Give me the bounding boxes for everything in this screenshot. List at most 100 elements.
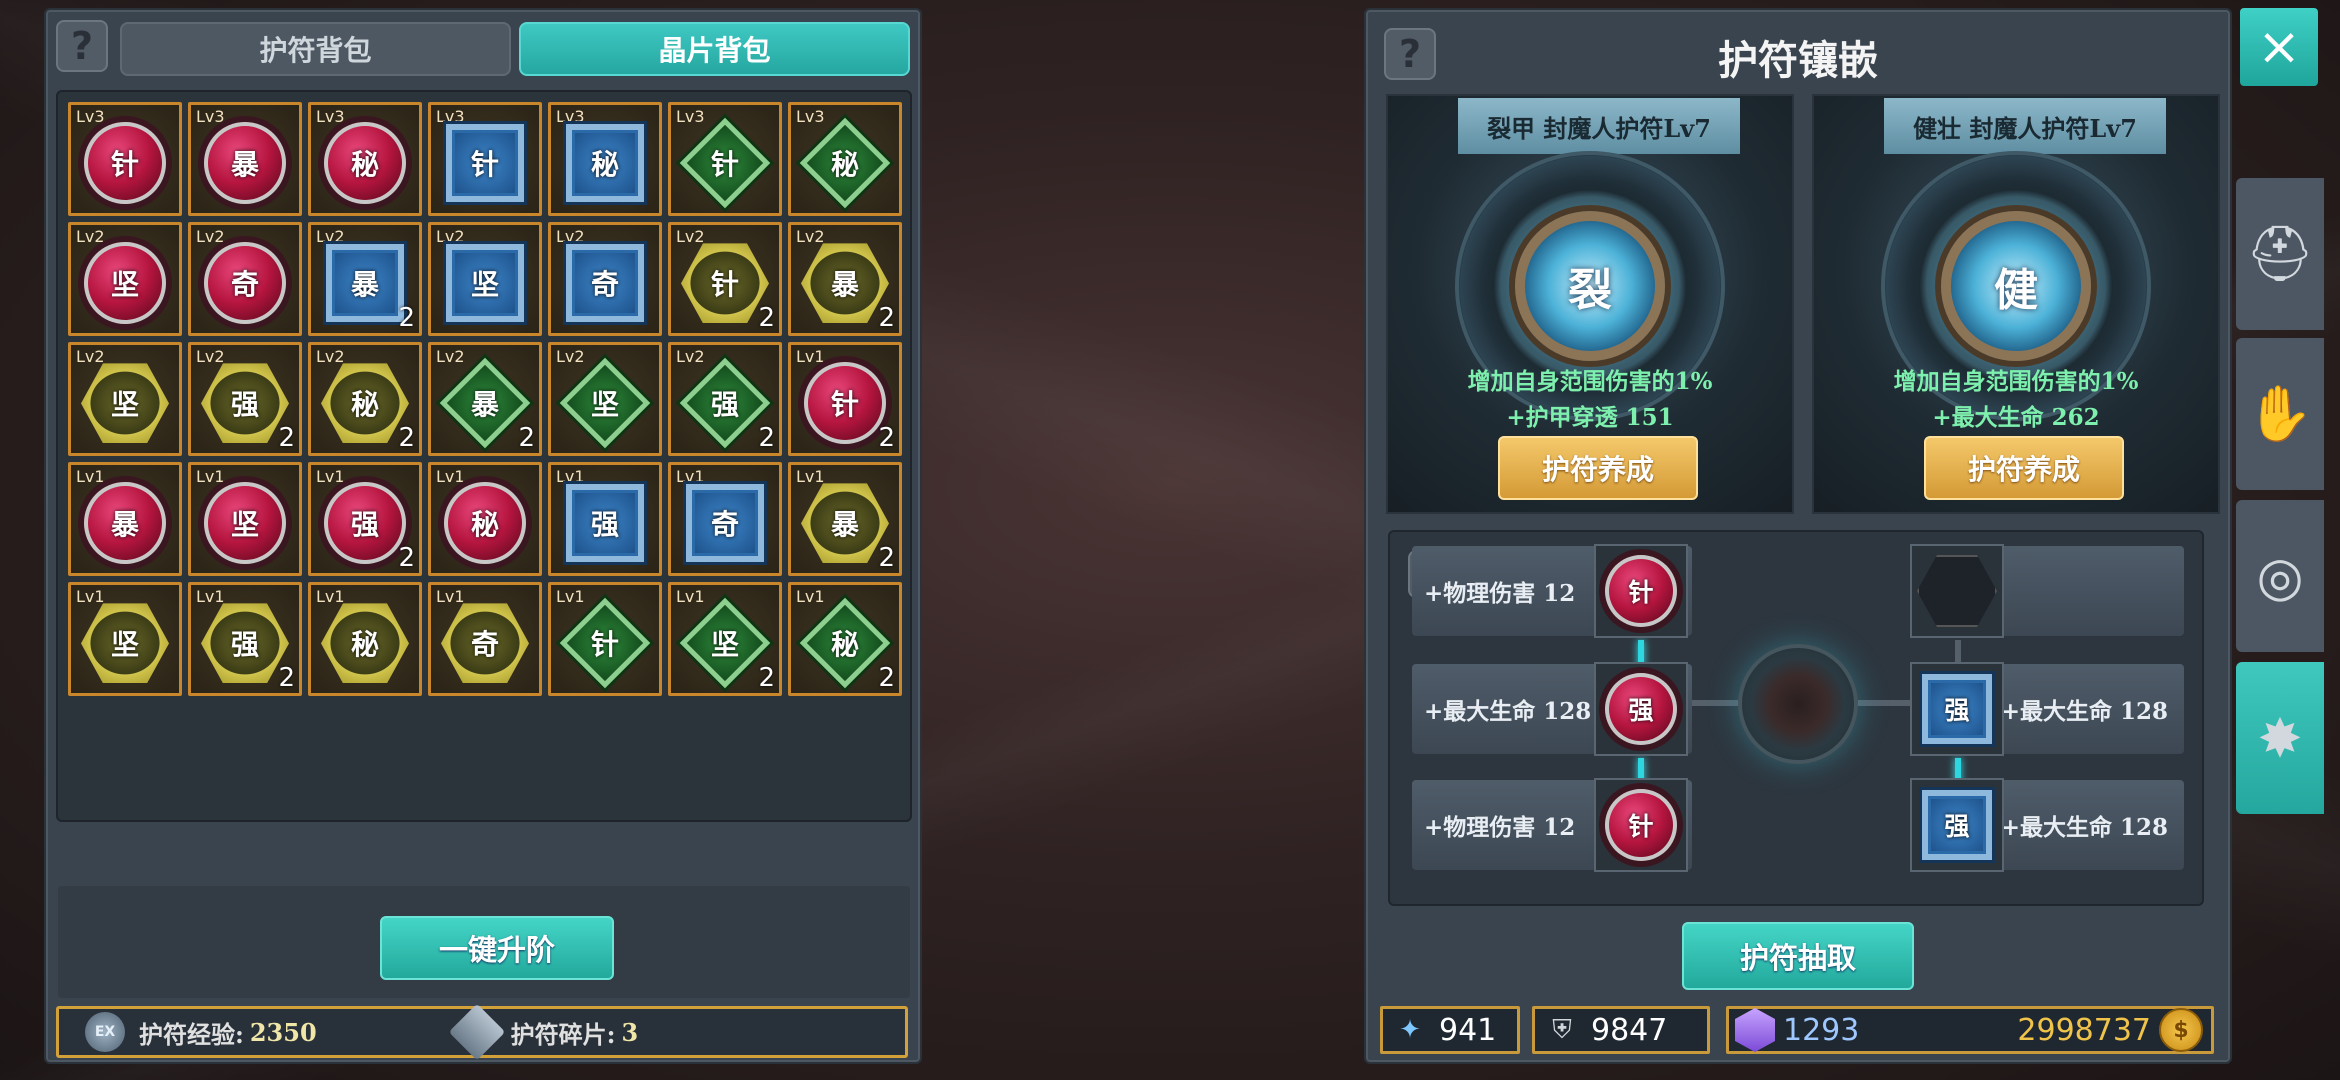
side-tab-gloves[interactable]: ✋ (2236, 338, 2324, 490)
chip-slot[interactable]: Lv3 针 (668, 102, 782, 216)
amulet-icon: ✸ (2257, 706, 2303, 770)
side-tab-target[interactable]: ◎ (2236, 500, 2324, 652)
chip-slot[interactable]: Lv3 秘 (788, 102, 902, 216)
resource-bar: 1293 2998737 $ (1726, 1006, 2214, 1054)
chip-char: 坚 (230, 508, 259, 542)
chip-slot[interactable]: Lv3 秘 (308, 102, 422, 216)
chip-level: Lv1 (796, 467, 825, 486)
amulet-extract-button[interactable]: 护符抽取 (1682, 922, 1914, 990)
chip-slot[interactable]: Lv1 暴 (68, 462, 182, 576)
amulet-effect-text: 增加自身范围伤害的1% (1467, 368, 1713, 395)
chip-char: 奇 (710, 508, 739, 542)
chip-slot[interactable]: Lv2 针 2 (668, 222, 782, 336)
chip-gem-blue: 坚 (446, 244, 524, 323)
chip-socket[interactable]: 针 (1594, 544, 1688, 638)
exp-label: 护符经验: (139, 1019, 244, 1049)
chip-gem: 针 (1605, 789, 1677, 861)
chip-char: 针 (590, 628, 620, 662)
chip-char: 针 (470, 148, 499, 182)
chip-level: Lv1 (316, 587, 345, 606)
chip-slot[interactable]: Lv3 暴 (188, 102, 302, 216)
chip-slot[interactable]: Lv2 暴 2 (428, 342, 542, 456)
chip-slot[interactable]: Lv1 强 (548, 462, 662, 576)
chip-slot[interactable]: Lv2 坚 (428, 222, 542, 336)
chip-slot[interactable]: Lv2 暴 2 (788, 222, 902, 336)
socket-stat-label: +最大生命 128 (2000, 814, 2168, 841)
amulet-train-button[interactable]: 护符养成 (1924, 436, 2124, 500)
wand-count: 941 (1439, 1012, 1497, 1048)
one-key-upgrade-button[interactable]: 一键升阶 (380, 916, 614, 980)
chip-count: 2 (758, 303, 775, 333)
amulet-stat-text: +护甲穿透 151 (1506, 404, 1674, 431)
chip-slot[interactable]: Lv2 秘 2 (308, 342, 422, 456)
chip-char: 强 (230, 628, 259, 662)
chip-level: Lv1 (676, 587, 705, 606)
chip-socket-empty[interactable] (1910, 544, 2004, 638)
chip-slot[interactable]: Lv3 针 (428, 102, 542, 216)
chip-slot[interactable]: Lv1 奇 (668, 462, 782, 576)
chip-grid: Lv3 针 Lv3 暴 Lv3 秘 Lv3 针 Lv3 秘 Lv3 针 Lv3 秘 Lv2 坚 Lv2 奇 Lv2 暴… (68, 102, 902, 696)
chip-char: 秘 (350, 148, 379, 182)
chip-socket[interactable]: 强 (1594, 662, 1688, 756)
panel-title: 护符镶嵌 (1718, 37, 1878, 84)
socket-stat-label: +物理伤害 12 (1424, 580, 1576, 607)
chip-gem-gold: 强 (201, 603, 289, 684)
amulet-core-icon: 健 (1941, 211, 2091, 361)
chip-socket[interactable]: 针 (1594, 778, 1688, 872)
chip-slot[interactable]: Lv2 暴 2 (308, 222, 422, 336)
chip-gem-red: 暴 (204, 122, 286, 205)
chip-slot[interactable]: Lv2 坚 (68, 342, 182, 456)
amulet-train-button[interactable]: 护符养成 (1498, 436, 1698, 500)
chip-level: Lv1 (196, 467, 225, 486)
socket-stat-label: +物理伤害 12 (1424, 814, 1576, 841)
chip-level: Lv1 (76, 467, 105, 486)
chip-slot[interactable]: Lv2 强 2 (188, 342, 302, 456)
chip-char: 暴 (110, 508, 139, 542)
socket-link (1690, 700, 1738, 706)
amulet-card-left[interactable]: 裂甲 封魔人护符Lv7 裂 增加自身范围伤害的1% +护甲穿透 151 护符养成 (1386, 94, 1794, 514)
chip-slot[interactable]: Lv2 强 2 (668, 342, 782, 456)
tab-chip-bag[interactable]: 晶片背包 (519, 22, 910, 76)
side-tab-amulet[interactable]: ✸ (2236, 662, 2324, 814)
chip-slot[interactable]: Lv2 奇 (188, 222, 302, 336)
chip-level: Lv2 (556, 227, 585, 246)
help-icon[interactable]: ? (56, 20, 108, 72)
chip-level: Lv2 (556, 347, 585, 366)
side-tab-helmet[interactable]: ⛑ (2236, 178, 2324, 330)
amulet-name-ribbon: 健壮 封魔人护符Lv7 (1884, 98, 2166, 154)
chip-socket[interactable]: 强 (1910, 662, 2004, 756)
chip-count: 2 (398, 423, 415, 453)
chip-slot[interactable]: Lv1 坚 2 (668, 582, 782, 696)
amulet-description: 增加自身范围伤害的1% +最大生命 262 (1814, 364, 2218, 436)
chip-char: 秘 (470, 508, 499, 542)
chip-slot[interactable]: Lv2 奇 (548, 222, 662, 336)
amulet-description: 增加自身范围伤害的1% +护甲穿透 151 (1388, 364, 1792, 436)
chip-slot[interactable]: Lv1 强 2 (308, 462, 422, 576)
chip-level: Lv3 (76, 107, 105, 126)
chip-slot[interactable]: Lv2 坚 (548, 342, 662, 456)
chip-slot[interactable]: Lv1 坚 (188, 462, 302, 576)
chip-slot[interactable]: Lv1 秘 (308, 582, 422, 696)
amulet-stat-bar: EX 护符经验: 2350 护符碎片: 3 (56, 1003, 908, 1061)
tab-amulet-bag[interactable]: 护符背包 (120, 22, 511, 76)
chip-level: Lv3 (316, 107, 345, 126)
chip-slot[interactable]: Lv1 奇 (428, 582, 542, 696)
chip-char: 暴 (830, 508, 859, 542)
chip-slot[interactable]: Lv1 针 (548, 582, 662, 696)
chip-slot[interactable]: Lv3 针 (68, 102, 182, 216)
chip-slot[interactable]: Lv1 强 2 (188, 582, 302, 696)
chip-slot[interactable]: Lv1 秘 (428, 462, 542, 576)
crystal-count: 1293 (1783, 1012, 1860, 1048)
chip-slot[interactable]: Lv1 秘 2 (788, 582, 902, 696)
chip-slot[interactable]: Lv2 坚 (68, 222, 182, 336)
chip-slot[interactable]: Lv1 暴 2 (788, 462, 902, 576)
chip-slot[interactable]: Lv1 坚 (68, 582, 182, 696)
shield-resource: ⛨ 9847 (1532, 1006, 1710, 1054)
close-icon[interactable]: × (2240, 8, 2318, 86)
chip-socket[interactable]: 强 (1910, 778, 2004, 872)
amulet-card-right[interactable]: 健壮 封魔人护符Lv7 健 增加自身范围伤害的1% +最大生命 262 护符养成 (1812, 94, 2220, 514)
chip-gem-green: 秘 (799, 598, 891, 689)
chip-slot[interactable]: Lv1 针 2 (788, 342, 902, 456)
chip-slot[interactable]: Lv3 秘 (548, 102, 662, 216)
chip-char: 奇 (230, 268, 259, 302)
